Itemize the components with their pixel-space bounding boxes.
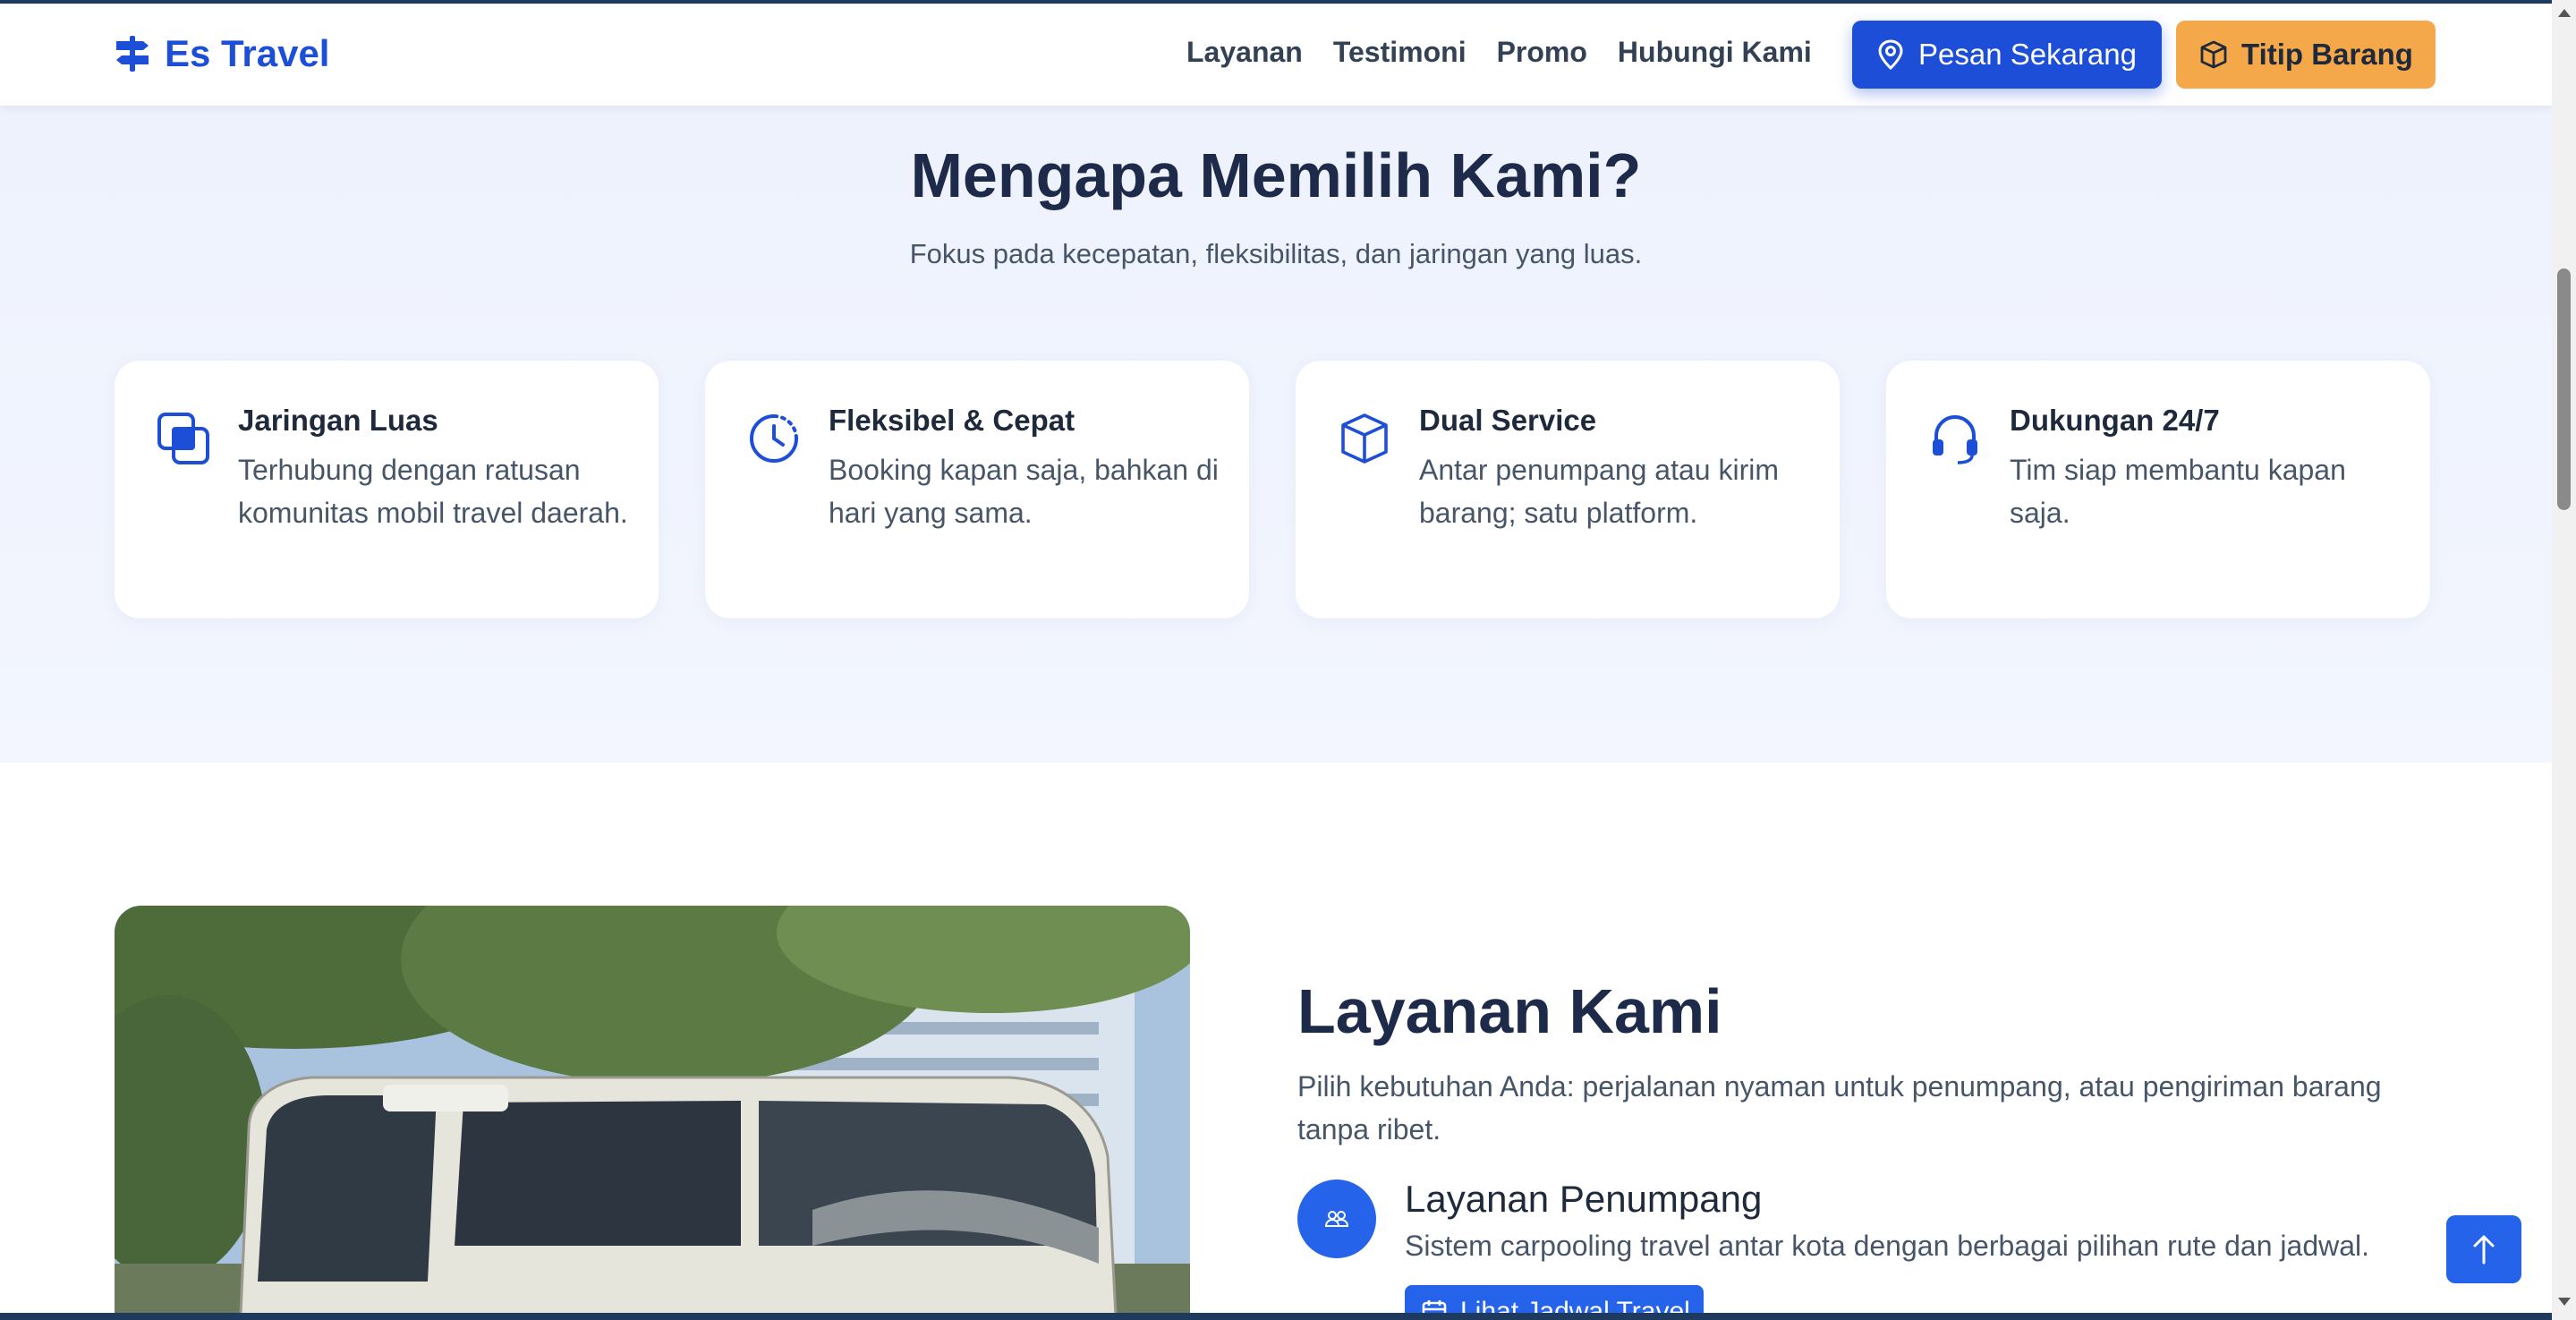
brand-logo[interactable]: Es Travel <box>115 32 329 75</box>
titip-barang-button[interactable]: Titip Barang <box>2176 21 2436 89</box>
feature-card-dukungan: Dukungan 24/7 Tim siap membantu kapan sa… <box>1886 361 2430 618</box>
section-title: Mengapa Memilih Kami? <box>910 141 1642 210</box>
feature-card-jaringan-luas: Jaringan Luas Terhubung dengan ratusan k… <box>115 361 659 618</box>
window-top-border <box>0 0 2576 4</box>
feature-text: Booking kapan saja, bahkan di hari yang … <box>829 454 1219 529</box>
nav-link-promo[interactable]: Promo <box>1497 36 1587 69</box>
feature-text: Tim siap membantu kapan saja. <box>2010 454 2346 529</box>
feature-card-dual-service: Dual Service Antar penumpang atau kirim … <box>1296 361 1840 618</box>
services-description: Pilih kebutuhan Anda: perjalanan nyaman … <box>1297 1070 2382 1145</box>
arrow-up-icon <box>2473 1235 2495 1265</box>
titip-barang-label: Titip Barang <box>2241 38 2413 71</box>
feature-title: Fleksibel & Cepat <box>829 404 1075 437</box>
page-scrollbar[interactable] <box>2552 0 2576 1320</box>
feature-card-fleksibel-cepat: Fleksibel & Cepat Booking kapan saja, ba… <box>705 361 1249 618</box>
nav-link-hubungi-kami[interactable]: Hubungi Kami <box>1618 36 1812 69</box>
nav-link-layanan[interactable]: Layanan <box>1186 36 1303 69</box>
users-icon <box>1324 1211 1349 1227</box>
passenger-service-title: Layanan Penumpang <box>1405 1178 1763 1220</box>
why-choose-us-section: Mengapa Memilih Kami? Fokus pada kecepat… <box>0 106 2552 762</box>
nav-link-testimoni[interactable]: Testimoni <box>1333 36 1467 69</box>
feature-text: Antar penumpang atau kirim barang; satu … <box>1419 454 1779 529</box>
scroll-down-arrow-icon[interactable] <box>2558 1298 2571 1306</box>
passenger-service-text: Sistem carpooling travel antar kota deng… <box>1405 1230 2370 1262</box>
services-section: Layanan Kami Pilih kebutuhan Anda: perja… <box>0 762 2552 1320</box>
map-pin-icon <box>1878 39 1903 70</box>
feature-title: Dual Service <box>1419 404 1597 437</box>
clock-icon <box>750 414 798 463</box>
window-bottom-border <box>0 1313 2576 1320</box>
scroll-up-arrow-icon[interactable] <box>2558 9 2571 17</box>
scrollbar-thumb[interactable] <box>2557 268 2571 510</box>
feature-text: Terhubung dengan ratusan komunitas mobil… <box>238 454 628 529</box>
travel-bus-photo <box>115 906 1190 1320</box>
network-layers-icon <box>157 413 209 464</box>
bus-illustration <box>115 906 1190 1320</box>
services-title: Layanan Kami <box>1297 976 1722 1046</box>
feature-title: Dukungan 24/7 <box>2010 404 2220 437</box>
nav-links: Layanan Testimoni Promo Hubungi Kami <box>1186 36 1812 69</box>
pesan-sekarang-button[interactable]: Pesan Sekarang <box>1852 21 2162 89</box>
scroll-to-top-button[interactable] <box>2446 1215 2521 1283</box>
headset-icon <box>1933 415 1977 464</box>
feature-title: Jaringan Luas <box>238 404 438 437</box>
pesan-sekarang-label: Pesan Sekarang <box>1917 38 2137 71</box>
passenger-service-badge <box>1297 1179 1376 1258</box>
navbar: Es Travel Layanan Testimoni Promo Hubung… <box>0 4 2552 106</box>
signpost-icon <box>116 36 149 72</box>
section-subtitle: Fokus pada kecepatan, fleksibilitas, dan… <box>909 238 1643 269</box>
brand-name: Es Travel <box>165 32 330 74</box>
box-icon <box>1341 413 1388 464</box>
box-icon <box>2200 40 2227 69</box>
